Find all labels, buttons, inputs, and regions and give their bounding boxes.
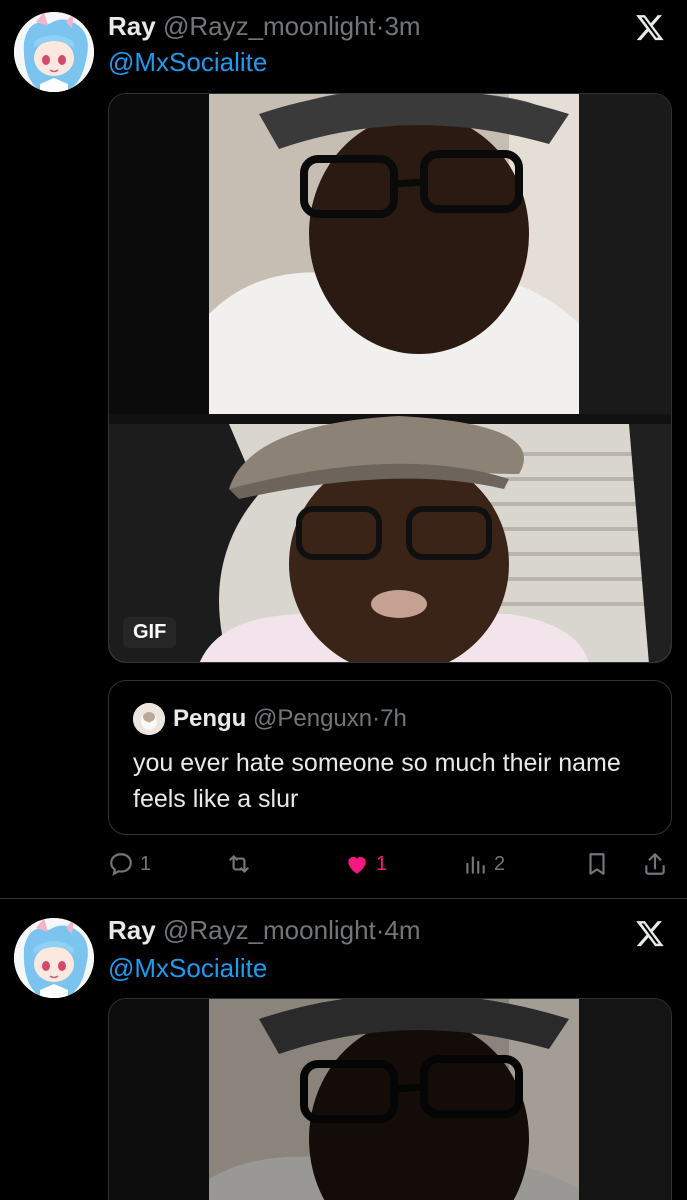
gif-media[interactable]: GIF	[108, 93, 672, 663]
user-handle[interactable]: @Rayz_moonlight	[163, 915, 376, 945]
display-name[interactable]: Ray	[108, 915, 156, 945]
quote-tweet[interactable]: Pengu @Penguxn·7h you ever hate someone …	[108, 680, 672, 835]
separator: ·	[372, 705, 381, 732]
quote-header: Pengu @Penguxn·7h	[173, 703, 407, 735]
avatar[interactable]	[14, 918, 94, 998]
reply-to-mention[interactable]: @MxSocialite	[108, 46, 267, 78]
tweet[interactable]: Ray @Rayz_moonlight·3m @MxSocialite GIF …	[0, 0, 687, 898]
views-count: 2	[494, 852, 506, 875]
gif-badge: GIF	[123, 617, 177, 648]
like-button[interactable]: 1	[344, 848, 387, 880]
retweet-icon	[229, 855, 249, 873]
quote-timestamp[interactable]: 7h	[380, 705, 407, 732]
tweet-divider	[0, 898, 687, 899]
share-icon	[645, 853, 665, 875]
quote-user-handle[interactable]: @Penguxn	[253, 705, 372, 732]
quote-display-name[interactable]: Pengu	[173, 705, 246, 732]
bookmark-icon	[589, 853, 605, 875]
x-logo-icon[interactable]	[635, 12, 665, 42]
user-handle[interactable]: @Rayz_moonlight	[163, 11, 376, 41]
views-icon	[466, 856, 485, 874]
reply-count: 1	[140, 852, 152, 875]
reply-button[interactable]: 1	[108, 848, 151, 880]
action-bar: 1 1 2	[108, 848, 676, 880]
tweet[interactable]: Ray @Rayz_moonlight·4m @MxSocialite	[0, 900, 687, 1200]
retweet-button[interactable]	[226, 848, 258, 880]
quote-text: you ever hate someone so much their name…	[133, 749, 621, 813]
tweet-header: Ray @Rayz_moonlight·4m	[108, 914, 421, 946]
timestamp[interactable]: 3m	[384, 11, 420, 41]
gif-frame	[109, 94, 671, 662]
x-logo-icon[interactable]	[635, 918, 665, 948]
timestamp[interactable]: 4m	[384, 915, 420, 945]
share-button[interactable]	[642, 848, 668, 880]
bookmark-button[interactable]	[584, 848, 610, 880]
display-name[interactable]: Ray	[108, 11, 156, 41]
tweet-header: Ray @Rayz_moonlight·3m	[108, 10, 421, 42]
reply-to-mention[interactable]: @MxSocialite	[108, 952, 267, 984]
avatar[interactable]	[14, 12, 94, 92]
heart-icon	[348, 856, 366, 874]
gif-frame	[109, 999, 671, 1200]
gif-media[interactable]	[108, 998, 672, 1200]
views-button[interactable]: 2	[462, 848, 505, 880]
like-count: 1	[376, 852, 388, 875]
reply-icon	[110, 853, 132, 876]
quote-avatar[interactable]	[133, 703, 165, 735]
